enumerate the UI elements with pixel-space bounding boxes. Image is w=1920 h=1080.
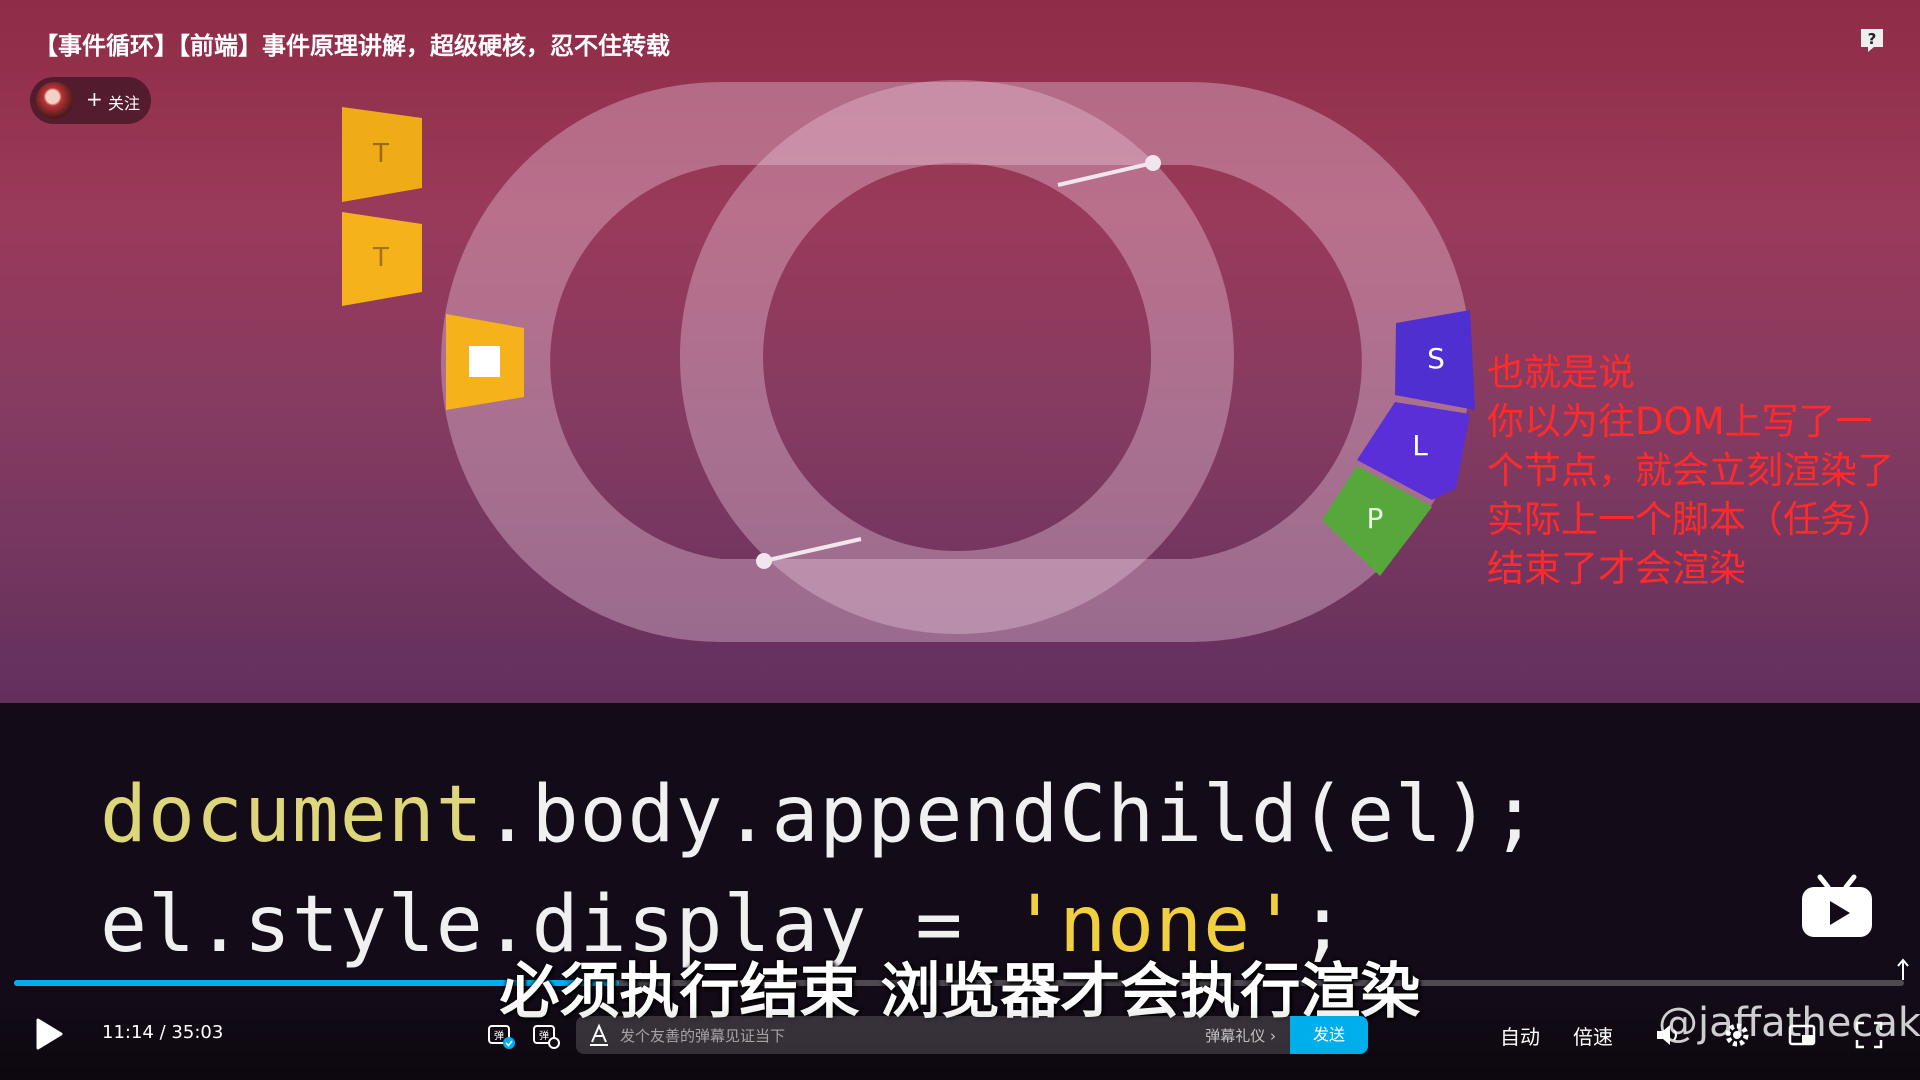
time-separator: / xyxy=(159,1022,166,1043)
play-icon[interactable] xyxy=(34,1017,64,1051)
annotation-text: 也就是说 你以为往DOM上写了一 个节点，就会立刻渲染了 实际上一个脚本（任务）… xyxy=(1487,348,1894,593)
plus-icon: + xyxy=(86,87,103,111)
speed-button[interactable]: 倍速 xyxy=(1573,1021,1613,1050)
current-time: 11:14 xyxy=(102,1022,154,1043)
render-step-layout-label: L xyxy=(1412,429,1428,462)
render-step-style: S xyxy=(1395,310,1475,410)
current-task-block xyxy=(446,314,524,410)
danmaku-settings-icon[interactable]: 弹 xyxy=(531,1020,561,1050)
svg-text:?: ? xyxy=(1868,30,1877,48)
svg-text:弹: 弹 xyxy=(494,1029,504,1042)
watermark-text: @jaffathecake xyxy=(1658,1000,1920,1046)
svg-text:弹: 弹 xyxy=(539,1029,549,1042)
render-step-style-label: S xyxy=(1427,342,1445,375)
task-block-2: T xyxy=(342,212,422,306)
code-token-rest: .body.appendChild(el); xyxy=(483,770,1539,860)
danmaku-style-icon[interactable] xyxy=(586,1022,612,1048)
danmaku-etiquette-link[interactable]: 弹幕礼仪 › xyxy=(1205,1025,1276,1046)
time-display: 11:14 / 35:03 xyxy=(102,1022,223,1043)
danmaku-etiquette-label: 弹幕礼仪 xyxy=(1205,1027,1266,1045)
task-label-2: T xyxy=(372,243,389,273)
follow-label: 关注 xyxy=(108,94,141,113)
code-token-document: document xyxy=(100,770,484,860)
annotation-line: 也就是说 xyxy=(1487,351,1635,394)
duration: 35:03 xyxy=(171,1022,224,1043)
annotation-line: 结束了才会渲染 xyxy=(1487,547,1746,590)
task-label-1: T xyxy=(372,139,389,169)
follow-button[interactable]: + 关注 xyxy=(30,77,151,124)
send-button[interactable]: 发送 xyxy=(1290,1016,1368,1054)
annotation-line: 个节点，就会立刻渲染了 xyxy=(1487,449,1894,492)
danmaku-input[interactable] xyxy=(618,1016,1182,1056)
uploader-avatar[interactable] xyxy=(36,82,73,119)
video-player[interactable]: T T S L P 【事件循环】【前端】事件原理讲解，超级硬核，忍不住转载 ? xyxy=(0,0,1920,1080)
help-icon[interactable]: ? xyxy=(1858,26,1886,54)
render-step-paint-label: P xyxy=(1367,502,1384,535)
chevron-right-icon: › xyxy=(1270,1027,1276,1045)
quality-button[interactable]: 自动 xyxy=(1500,1021,1540,1050)
danmaku-input-bar: 弹幕礼仪 › 发送 xyxy=(576,1016,1368,1056)
bilibili-tv-logo xyxy=(1802,874,1872,937)
danmaku-toggle-icon[interactable]: 弹 xyxy=(486,1020,516,1050)
video-title: 【事件循环】【前端】事件原理讲解，超级硬核，忍不住转载 xyxy=(34,32,670,60)
task-block-1: T xyxy=(342,107,422,202)
annotation-line: 实际上一个脚本（任务） xyxy=(1487,498,1894,541)
code-line-1: document.body.appendChild(el); xyxy=(100,770,1539,860)
annotation-line: 你以为往DOM上写了一 xyxy=(1487,400,1873,443)
